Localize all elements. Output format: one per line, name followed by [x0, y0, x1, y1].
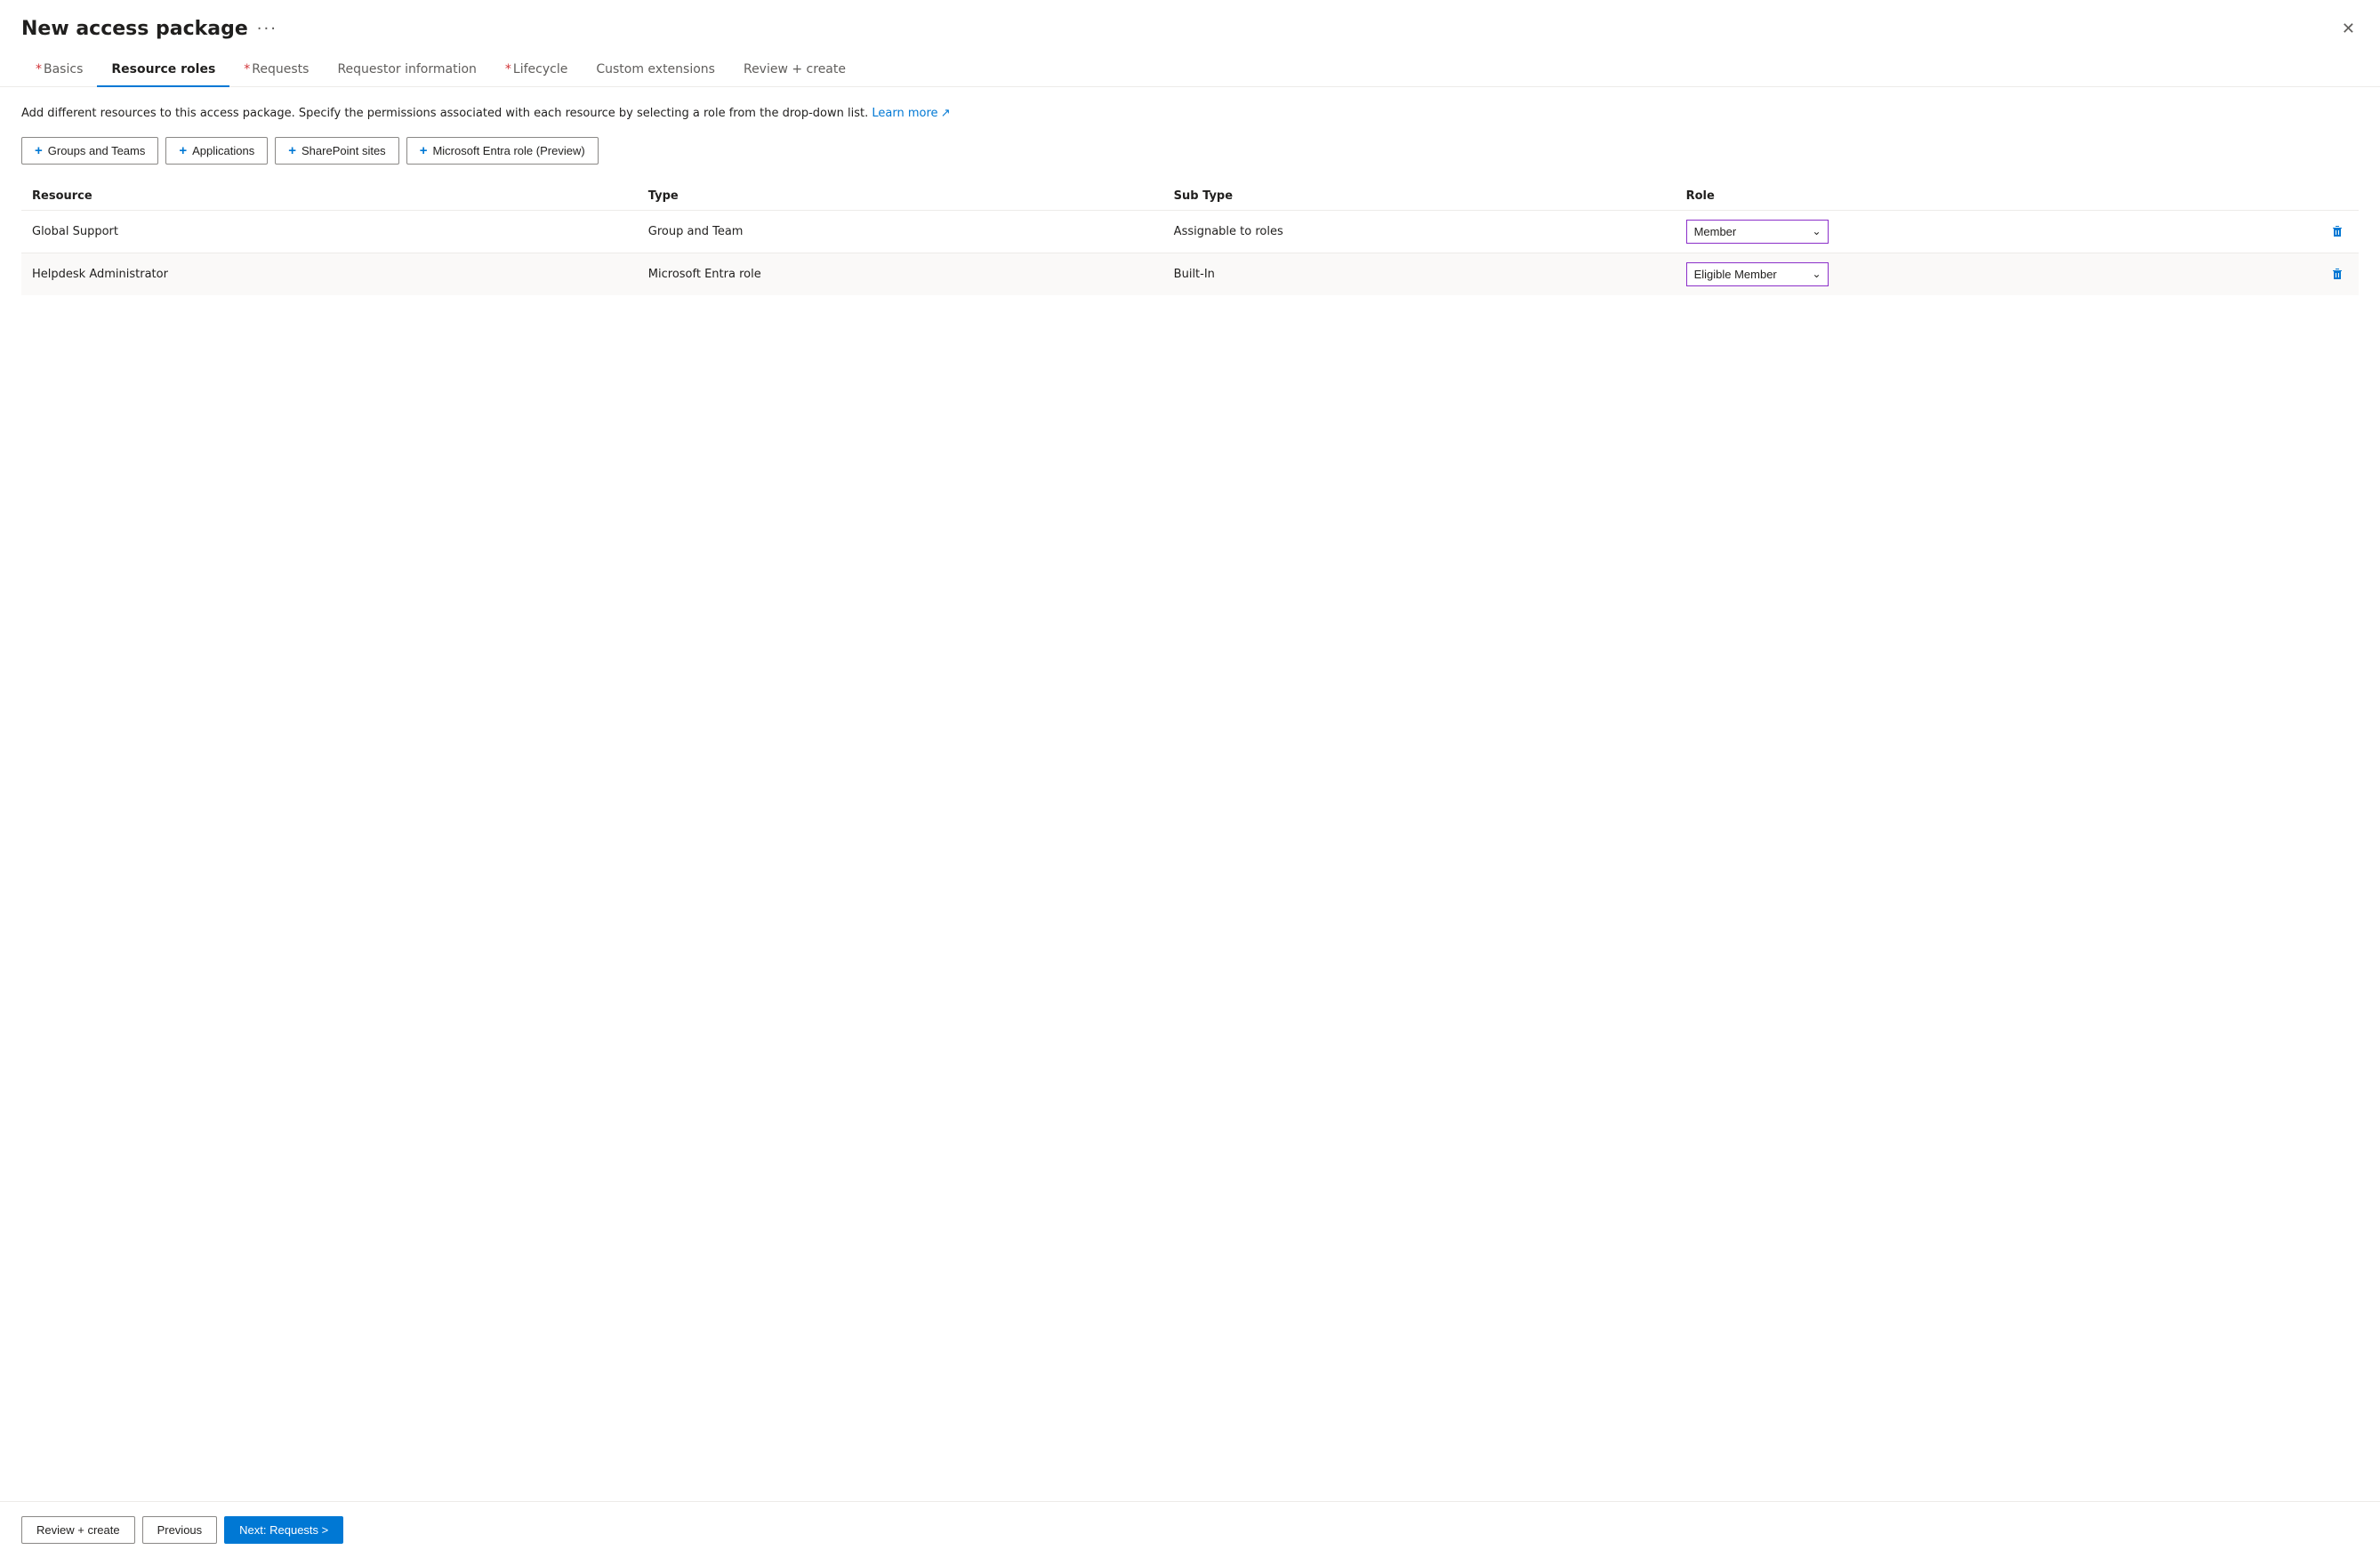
table-body: Global SupportGroup and TeamAssignable t… [21, 210, 2359, 295]
dialog-footer: Review + create Previous Next: Requests … [0, 1501, 2380, 1558]
tab-navigation: Basics Resource roles Requests Requestor… [0, 42, 2380, 87]
close-icon: ✕ [2342, 20, 2355, 38]
tab-requests[interactable]: Requests [229, 53, 323, 87]
add-groups-and-teams-button[interactable]: + Groups and Teams [21, 137, 158, 165]
tab-basics[interactable]: Basics [21, 53, 97, 87]
add-entra-label: Microsoft Entra role (Preview) [432, 144, 584, 157]
trash-icon [2330, 267, 2344, 281]
tab-review-create[interactable]: Review + create [729, 53, 860, 87]
tab-custom-extensions[interactable]: Custom extensions [582, 53, 729, 87]
cell-delete [2316, 210, 2359, 253]
cell-type: Group and Team [638, 210, 1163, 253]
title-area: New access package ··· [21, 18, 277, 40]
resource-table: Resource Type Sub Type Role Global Suppo… [21, 182, 2359, 295]
add-entra-role-button[interactable]: + Microsoft Entra role (Preview) [406, 137, 599, 165]
dialog-header: New access package ··· ✕ [0, 0, 2380, 42]
plus-icon: + [179, 143, 187, 158]
plus-icon: + [288, 143, 296, 158]
cell-resource: Helpdesk Administrator [21, 253, 638, 295]
more-options-icon[interactable]: ··· [257, 20, 277, 38]
plus-icon: + [420, 143, 428, 158]
add-groups-label: Groups and Teams [48, 144, 146, 157]
column-resource: Resource [21, 182, 638, 211]
new-access-package-dialog: New access package ··· ✕ Basics Resource… [0, 0, 2380, 1558]
cell-delete [2316, 253, 2359, 295]
cell-sub-type: Assignable to roles [1163, 210, 1676, 253]
cell-role: MemberOwner [1676, 210, 2316, 253]
page-title: New access package [21, 18, 248, 40]
cell-sub-type: Built-In [1163, 253, 1676, 295]
cell-role: Eligible MemberActive Member [1676, 253, 2316, 295]
add-sharepoint-label: SharePoint sites [302, 144, 386, 157]
column-role: Role [1676, 182, 2316, 211]
close-button[interactable]: ✕ [2338, 16, 2359, 42]
add-applications-button[interactable]: + Applications [165, 137, 268, 165]
tab-lifecycle[interactable]: Lifecycle [491, 53, 582, 87]
main-content: Add different resources to this access p… [0, 87, 2380, 1501]
delete-row-0-button[interactable] [2327, 222, 2348, 240]
tab-resource-roles[interactable]: Resource roles [97, 53, 229, 87]
role-select-row-0[interactable]: MemberOwner [1686, 220, 1829, 244]
delete-row-1-button[interactable] [2327, 265, 2348, 283]
learn-more-link[interactable]: Learn more ↗ [872, 107, 950, 120]
cell-resource: Global Support [21, 210, 638, 253]
tab-requestor-information[interactable]: Requestor information [323, 53, 490, 87]
add-sharepoint-sites-button[interactable]: + SharePoint sites [275, 137, 398, 165]
next-requests-button[interactable]: Next: Requests > [224, 1516, 343, 1544]
add-applications-label: Applications [192, 144, 254, 157]
column-sub-type: Sub Type [1163, 182, 1676, 211]
table-header: Resource Type Sub Type Role [21, 182, 2359, 211]
role-select-row-1[interactable]: Eligible MemberActive Member [1686, 262, 1829, 286]
column-actions [2316, 182, 2359, 211]
column-type: Type [638, 182, 1163, 211]
review-create-button[interactable]: Review + create [21, 1516, 135, 1544]
description-body: Add different resources to this access p… [21, 107, 868, 120]
table-row: Global SupportGroup and TeamAssignable t… [21, 210, 2359, 253]
plus-icon: + [35, 143, 43, 158]
trash-icon [2330, 224, 2344, 238]
cell-type: Microsoft Entra role [638, 253, 1163, 295]
add-resource-buttons: + Groups and Teams + Applications + Shar… [21, 137, 2359, 165]
description-text: Add different resources to this access p… [21, 105, 2359, 123]
previous-button[interactable]: Previous [142, 1516, 218, 1544]
table-row: Helpdesk AdministratorMicrosoft Entra ro… [21, 253, 2359, 295]
